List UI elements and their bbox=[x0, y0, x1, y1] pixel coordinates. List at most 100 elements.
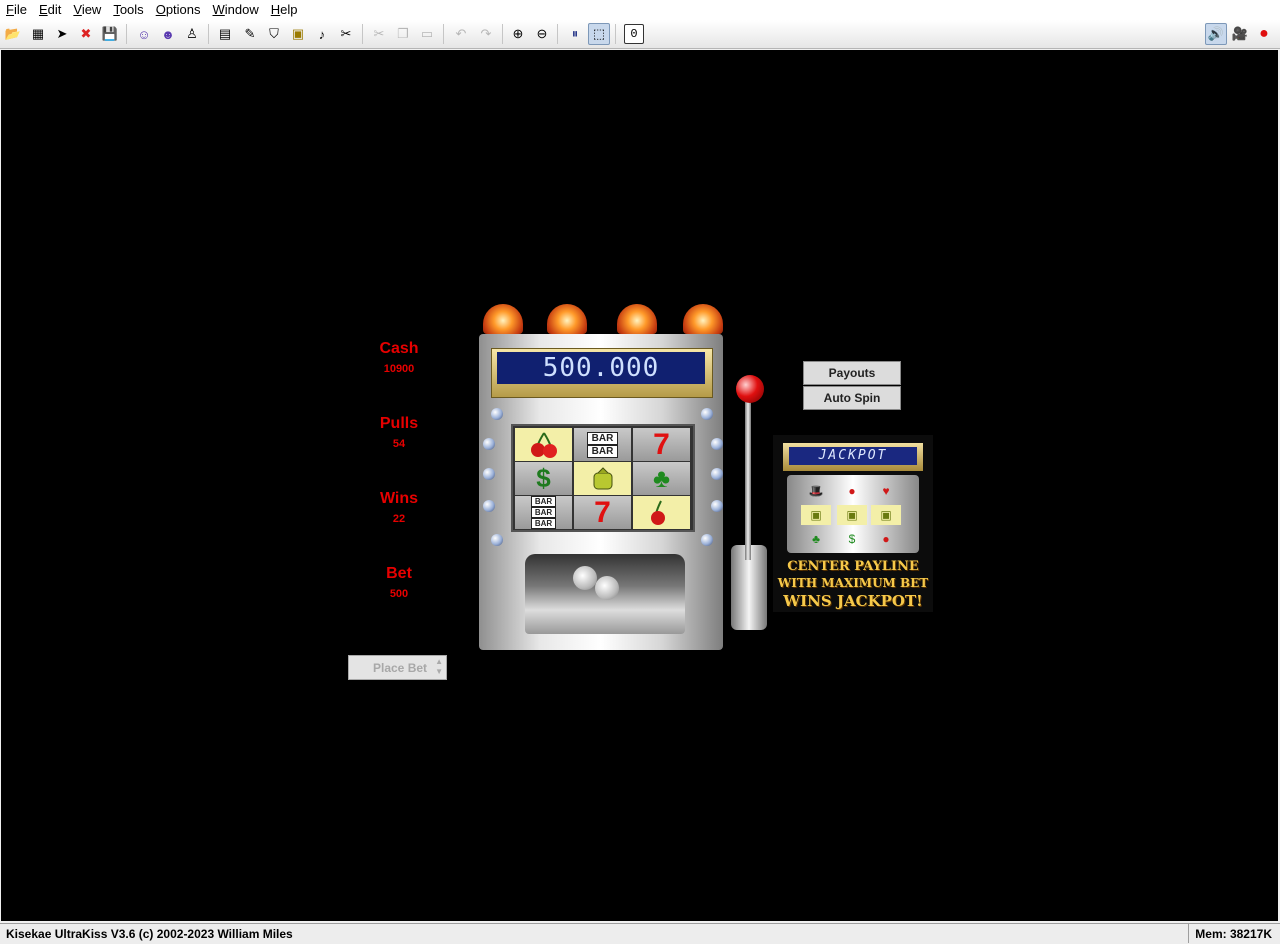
pulls-value: 54 bbox=[392, 438, 406, 450]
lever-knob[interactable] bbox=[736, 375, 764, 403]
save-icon[interactable]: 💾 bbox=[99, 23, 121, 45]
stud bbox=[701, 408, 713, 420]
character-alt-icon[interactable]: ☻ bbox=[157, 23, 179, 45]
stud bbox=[711, 438, 723, 450]
seven-icon: 7 bbox=[574, 496, 631, 529]
camera-icon[interactable]: 🎥 bbox=[1229, 23, 1251, 45]
undo-icon[interactable]: ↶ bbox=[450, 23, 472, 45]
tools-icon[interactable]: ✂ bbox=[335, 23, 357, 45]
cash-value: 10900 bbox=[383, 363, 415, 375]
status-text: Kisekae UltraKiss V3.6 (c) 2002-2023 Wil… bbox=[6, 927, 293, 941]
music-icon[interactable]: ♪ bbox=[311, 23, 333, 45]
wins-value: 22 bbox=[392, 513, 406, 525]
toolbar-separator bbox=[443, 24, 444, 44]
bar-label: BAR bbox=[530, 518, 557, 529]
jackpot-panel: JACKPOT 🎩 ● ♥ ▣ ▣ ▣ ♣ $ ● CENTER PAYLINE… bbox=[773, 435, 933, 612]
cherry-icon: ● bbox=[882, 532, 890, 546]
auto-spin-button[interactable]: Auto Spin bbox=[803, 386, 901, 410]
shirt-icon[interactable]: ⛉ bbox=[263, 23, 285, 45]
status-bar: Kisekae UltraKiss V3.6 (c) 2002-2023 Wil… bbox=[0, 923, 1280, 944]
toolbar-separator bbox=[557, 24, 558, 44]
stud bbox=[483, 500, 495, 512]
place-bet-spinner[interactable]: Place Bet ▲ ▼ bbox=[348, 655, 447, 680]
bet-value: 500 bbox=[389, 588, 409, 600]
dollar-icon: $ bbox=[515, 462, 572, 495]
open-icon[interactable]: 📂 bbox=[2, 23, 24, 45]
money-bag-icon: ▣ bbox=[871, 505, 901, 525]
menu-edit[interactable]: Edit bbox=[33, 0, 67, 20]
clover-icon: ♣ bbox=[633, 462, 690, 495]
pulls-label: Pulls bbox=[379, 415, 419, 432]
speaker-icon[interactable]: 🔊 bbox=[1205, 23, 1227, 45]
stud bbox=[483, 468, 495, 480]
toolbar-separator bbox=[615, 24, 616, 44]
toolbar-separator bbox=[208, 24, 209, 44]
menu-view[interactable]: View bbox=[67, 0, 107, 20]
character-icon[interactable]: ☺ bbox=[133, 23, 155, 45]
toolbar-separator bbox=[502, 24, 503, 44]
jackpot-display: JACKPOT bbox=[789, 447, 917, 465]
menu-window[interactable]: Window bbox=[207, 0, 265, 20]
select-icon[interactable]: ⬚ bbox=[588, 23, 610, 45]
jackpot-reels: 🎩 ● ♥ ▣ ▣ ▣ ♣ $ ● bbox=[787, 475, 919, 553]
close-icon[interactable]: ✖ bbox=[75, 23, 97, 45]
top-hat-icon: 🎩 bbox=[808, 484, 824, 498]
bar-label: BAR bbox=[530, 496, 557, 507]
light-dome bbox=[483, 304, 523, 334]
copy-icon[interactable]: ❐ bbox=[392, 23, 414, 45]
stud bbox=[711, 468, 723, 480]
bar-label: BAR bbox=[586, 431, 619, 445]
bar-icon: BAR BAR bbox=[574, 428, 631, 461]
redo-icon[interactable]: ↷ bbox=[475, 23, 497, 45]
toolbar-separator bbox=[126, 24, 127, 44]
dollar-icon: $ bbox=[848, 532, 856, 546]
coin-icon bbox=[573, 566, 597, 590]
money-bag-icon bbox=[574, 462, 631, 495]
seven-icon: 7 bbox=[633, 428, 690, 461]
slot-machine: 500.000 BAR BAR 7 $ ♣ BAR BAR BAR 7 bbox=[475, 304, 731, 650]
lever-rod[interactable] bbox=[745, 390, 751, 560]
cash-label: Cash bbox=[379, 340, 419, 357]
zoom-in-icon[interactable]: ⊕ bbox=[507, 23, 529, 45]
record-icon[interactable]: ● bbox=[1253, 23, 1275, 45]
pause-icon[interactable]: ⏸ bbox=[564, 23, 586, 45]
wins-label: Wins bbox=[379, 490, 419, 507]
paste-icon[interactable]: ▭ bbox=[416, 23, 438, 45]
menu-tools[interactable]: Tools bbox=[107, 0, 149, 20]
toolbar: 📂 ▦ ➤ ✖ 💾 ☺ ☻ ♙ ▤ ✎ ⛉ ▣ ♪ ✂ ✂ ❐ ▭ ↶ ↷ ⊕ … bbox=[0, 20, 1280, 49]
light-dome bbox=[547, 304, 587, 334]
cherry-icon bbox=[633, 496, 690, 529]
jackpot-caption-line2: WITH MAXIMUM BET bbox=[777, 576, 929, 590]
reel-window[interactable]: BAR BAR 7 $ ♣ BAR BAR BAR 7 bbox=[511, 424, 695, 532]
stud bbox=[701, 534, 713, 546]
pointer-icon[interactable]: ➤ bbox=[51, 23, 73, 45]
penguin-icon[interactable]: ♙ bbox=[181, 23, 203, 45]
stud bbox=[491, 408, 503, 420]
menu-help[interactable]: Help bbox=[265, 0, 304, 20]
stud bbox=[711, 500, 723, 512]
toolbar-separator bbox=[362, 24, 363, 44]
clover-icon: ♣ bbox=[812, 532, 820, 546]
memory-indicator: Mem: 38217K bbox=[1188, 924, 1280, 943]
page-edit-icon[interactable]: ▣ bbox=[287, 23, 309, 45]
menu-options[interactable]: Options bbox=[150, 0, 207, 20]
notes-icon[interactable]: ▤ bbox=[214, 23, 236, 45]
strawberry-icon: ♥ bbox=[882, 484, 890, 498]
cut-icon[interactable]: ✂ bbox=[368, 23, 390, 45]
payouts-button[interactable]: Payouts bbox=[803, 361, 901, 385]
bet-label: Bet bbox=[386, 565, 412, 582]
stud bbox=[483, 438, 495, 450]
bar-label: BAR bbox=[586, 444, 619, 458]
menu-bar: File Edit View Tools Options Window Help bbox=[0, 0, 1280, 20]
place-bet-label: Place Bet bbox=[373, 660, 428, 675]
money-bag-icon: ▣ bbox=[801, 505, 831, 525]
jackpot-caption-line3: WINS JACKPOT! bbox=[783, 592, 923, 610]
frame-counter[interactable]: 0 bbox=[624, 24, 644, 44]
menu-file[interactable]: File bbox=[0, 0, 33, 20]
open-recent-icon[interactable]: ▦ bbox=[27, 23, 49, 45]
play-area[interactable]: Cash 10900 Pulls 54 Wins 22 Bet 500 Plac… bbox=[1, 50, 1278, 921]
spinner-arrows-icon[interactable]: ▲ ▼ bbox=[435, 657, 443, 677]
pencil-icon[interactable]: ✎ bbox=[239, 23, 261, 45]
zoom-out-icon[interactable]: ⊖ bbox=[531, 23, 553, 45]
money-bag-icon: ▣ bbox=[837, 505, 867, 525]
